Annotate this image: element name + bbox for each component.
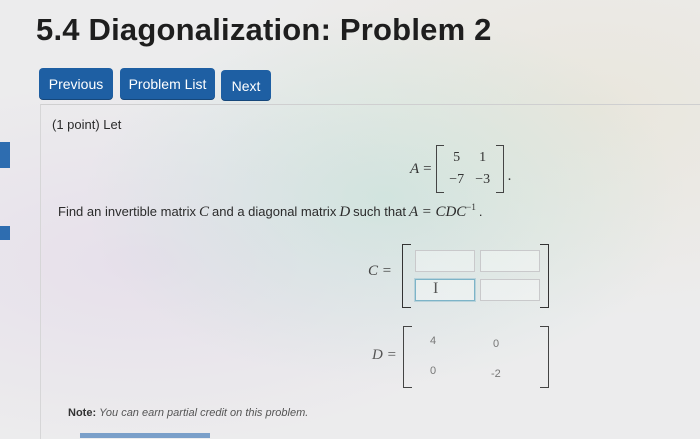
d-entry-value[interactable]: -2 bbox=[491, 368, 501, 380]
page-title: 5.4 Diagonalization: Problem 2 bbox=[36, 12, 492, 47]
decomposition-lhs: A = CDC bbox=[408, 204, 467, 220]
bottom-tab-strip bbox=[80, 433, 210, 438]
instruction-part: such that bbox=[353, 204, 406, 219]
d-entry-value[interactable]: 4 bbox=[430, 335, 436, 347]
left-bracket bbox=[435, 145, 444, 193]
matrix-d-label: D = bbox=[372, 347, 397, 363]
right-bracket bbox=[540, 244, 549, 308]
inverse-exponent: −1 bbox=[466, 202, 476, 212]
instruction-period: . bbox=[478, 204, 483, 219]
matrix-d-var: D bbox=[339, 204, 351, 220]
matrix-c-var: C bbox=[199, 204, 210, 220]
c-entry-input[interactable] bbox=[480, 279, 540, 301]
right-bracket bbox=[495, 145, 504, 193]
left-bracket bbox=[403, 326, 412, 388]
d-entry-value[interactable]: 0 bbox=[493, 338, 499, 350]
partial-credit-note: Note: You can earn partial credit on thi… bbox=[68, 407, 308, 419]
instruction-text: Find an invertible matrix C and a diagon… bbox=[58, 202, 483, 221]
decomposition-equation: A = CDC−1 bbox=[406, 202, 479, 221]
c-entry-input[interactable] bbox=[480, 250, 540, 272]
instruction-part: Find an invertible matrix bbox=[58, 204, 196, 219]
problem-intro: (1 point) Let bbox=[52, 117, 122, 132]
matrix-a-cell: 1 bbox=[479, 150, 487, 165]
note-text: You can earn partial credit on this prob… bbox=[99, 407, 309, 419]
matrix-a-cell: −7 bbox=[449, 172, 465, 187]
left-bracket bbox=[402, 244, 411, 308]
matrix-a-var: A bbox=[410, 160, 420, 177]
next-button[interactable]: Next bbox=[221, 70, 271, 101]
matrix-a-equation: A = 5 1 −7 −3 . bbox=[410, 144, 511, 194]
matrix-a-cell: 5 bbox=[453, 150, 461, 165]
problem-list-button[interactable]: Problem List bbox=[120, 68, 215, 100]
matrix-a: 5 1 −7 −3 bbox=[444, 147, 496, 191]
d-entry-value[interactable]: 0 bbox=[430, 365, 436, 377]
period: . bbox=[507, 167, 512, 184]
left-edge-marker bbox=[0, 142, 10, 168]
note-label: Note: bbox=[68, 407, 97, 419]
matrix-c-label: C = bbox=[368, 263, 392, 279]
matrix-a-cell: −3 bbox=[475, 172, 491, 187]
c-entry-input[interactable] bbox=[415, 279, 475, 301]
previous-button[interactable]: Previous bbox=[39, 68, 113, 100]
text-cursor: I bbox=[433, 280, 439, 297]
right-bracket bbox=[540, 326, 549, 388]
left-edge-marker bbox=[0, 226, 10, 240]
instruction-part: and a diagonal matrix bbox=[212, 204, 337, 219]
equals-sign: = bbox=[423, 160, 432, 177]
c-entry-input[interactable] bbox=[415, 250, 475, 272]
